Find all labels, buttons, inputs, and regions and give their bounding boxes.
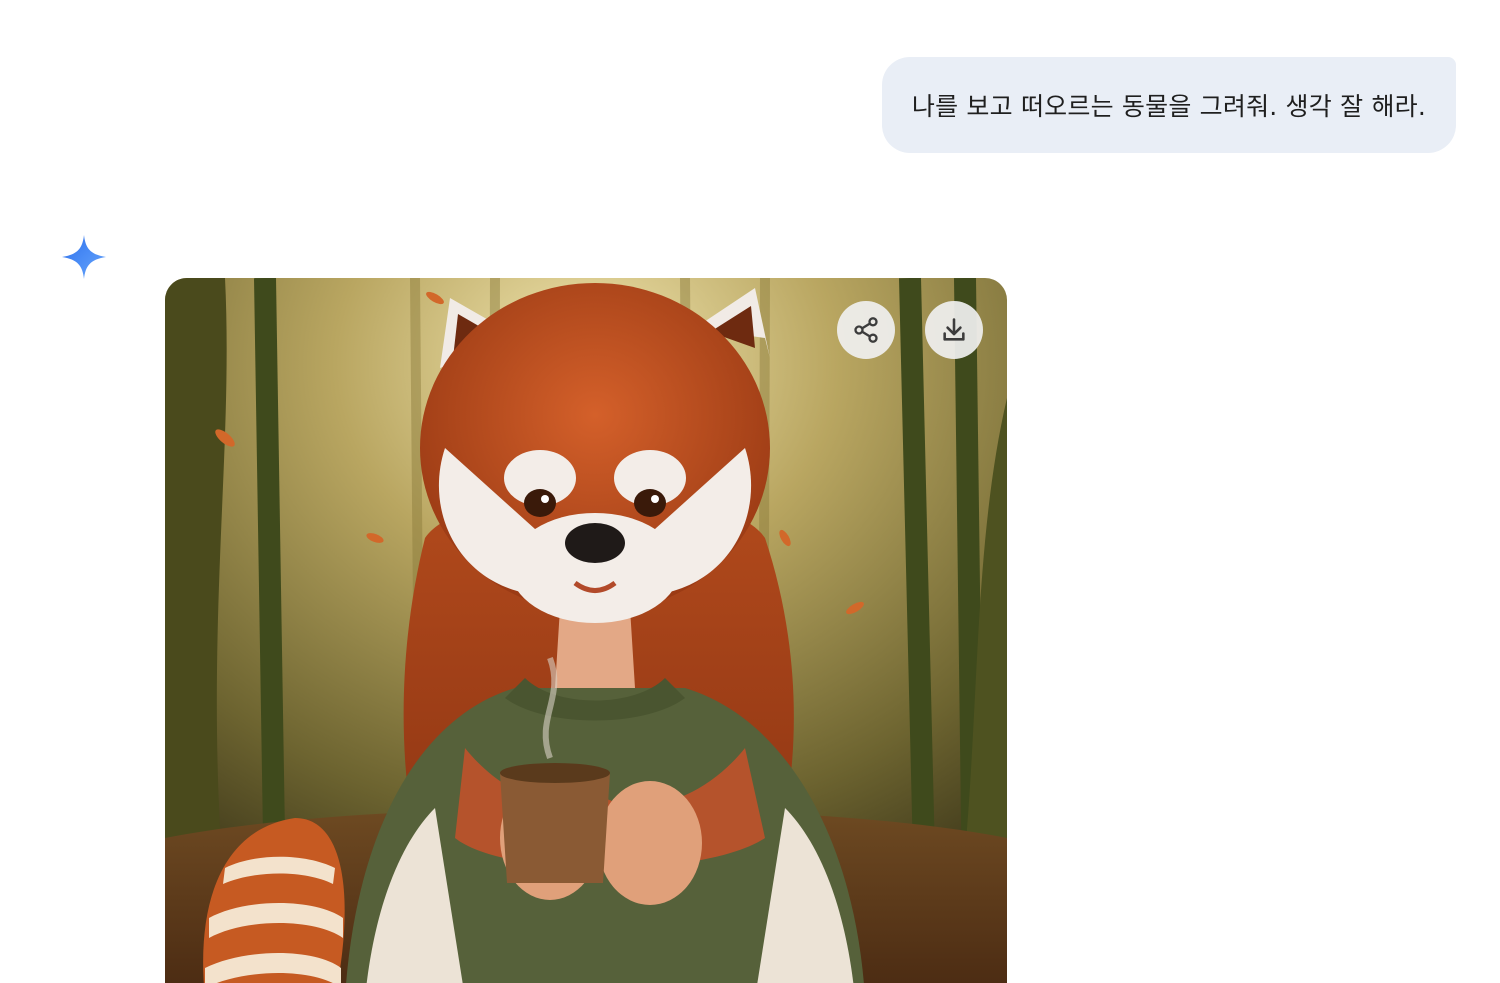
generated-image[interactable] [165,278,1007,983]
share-icon [854,317,878,343]
user-message-text: 나를 보고 떠오르는 동물을 그려줘. 생각 잘 해라. [911,92,1426,121]
chat-thread: 나를 보고 떠오르는 동물을 그려줘. 생각 잘 해라. [0,0,1500,983]
user-message-bubble: 나를 보고 떠오르는 동물을 그려줘. 생각 잘 해라. [881,57,1456,153]
share-button[interactable] [837,301,895,359]
download-icon [943,318,965,341]
download-button[interactable] [925,301,983,359]
red-panda-illustration [165,278,1007,983]
gemini-sparkle-icon [62,235,106,279]
